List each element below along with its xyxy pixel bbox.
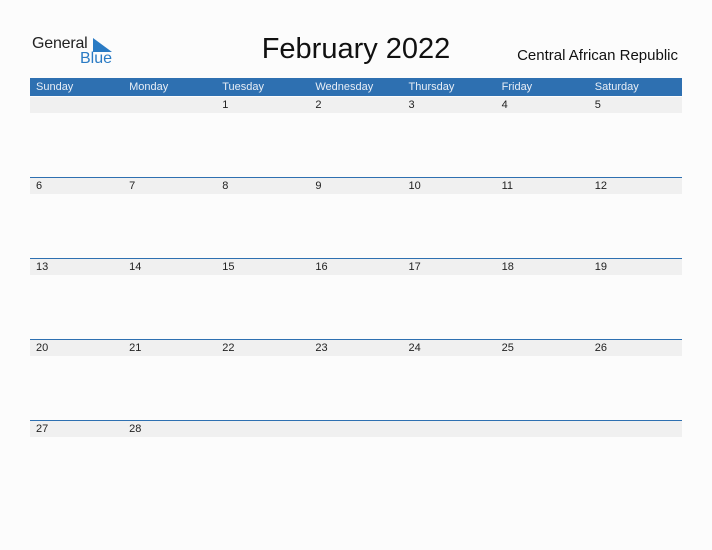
day-cell: 16 [315,261,328,273]
day-cell: 18 [501,261,514,273]
day-cell: 19 [594,261,607,273]
week-row: 27 28 [30,420,682,437]
day-cell [309,421,402,437]
week-row: 20 21 22 23 24 25 26 [30,339,682,356]
day-cell [496,421,589,437]
day-cell: 1 [222,99,229,111]
day-cell: 13 [36,261,49,273]
weekday-friday: Friday [501,81,533,93]
day-cell: 24 [408,342,421,354]
day-cell: 10 [408,180,421,192]
weekday-sunday: Sunday [36,81,74,93]
day-cell: 7 [129,180,136,192]
day-cell: 23 [315,342,328,354]
week-row: 6 7 8 9 10 11 12 [30,177,682,194]
day-cell: 26 [594,342,607,354]
day-cell: 8 [222,180,229,192]
day-cell: 22 [222,342,235,354]
day-cell: 3 [408,99,415,111]
week-row: 1 2 3 4 5 [30,97,682,113]
day-cell: 6 [36,180,43,192]
day-cell: 12 [594,180,607,192]
day-cell: 4 [501,99,508,111]
week-row: 13 14 15 16 17 18 19 [30,258,682,275]
country-name: Central African Republic [517,47,678,64]
day-cell: 15 [222,261,235,273]
day-cell [403,421,496,437]
weekday-monday: Monday [129,81,169,93]
day-cell [589,421,682,437]
day-cell: 21 [129,342,142,354]
day-cell: 17 [408,261,421,273]
day-cell: 2 [315,99,322,111]
day-cell: 14 [129,261,142,273]
day-cell: 11 [501,180,514,192]
weekday-tuesday: Tuesday [222,81,265,93]
day-cell: 20 [36,342,49,354]
weekday-saturday: Saturday [594,81,639,93]
day-cell: 27 [36,423,49,435]
day-cell: 28 [129,423,142,435]
day-cell: 25 [501,342,514,354]
day-cell: 5 [594,99,601,111]
weekday-thursday: Thursday [408,81,455,93]
day-cell: 9 [315,180,322,192]
weekday-header: Sunday Monday Tuesday Wednesday Thursday… [30,78,682,96]
weekday-wednesday: Wednesday [315,81,374,93]
day-cell [30,97,123,113]
day-cell [216,421,309,437]
day-cell [123,97,216,113]
